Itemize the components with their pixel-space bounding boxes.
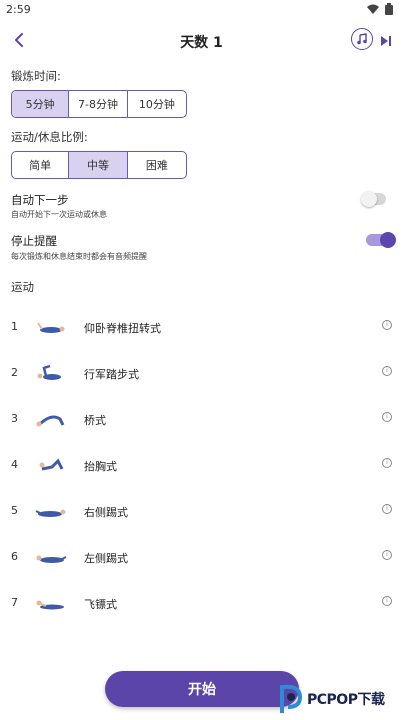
pcpop-logo-icon [280, 684, 303, 713]
exercises-label: 运动 [11, 280, 34, 294]
switch-knob [361, 191, 377, 207]
exercise-number: 2 [11, 366, 18, 379]
exercise-row[interactable]: 7 飞镖式 i [0, 587, 403, 619]
info-icon[interactable]: i [382, 504, 392, 514]
exercise-number: 6 [11, 550, 18, 563]
exercise-name: 飞镖式 [84, 598, 117, 611]
ratio-option-easy[interactable]: 简单 [12, 152, 70, 178]
exercise-row[interactable]: 2 行军踏步式 i [0, 357, 403, 389]
switch-knob [380, 232, 396, 248]
info-icon[interactable]: i [382, 412, 392, 422]
watermark-text: PCPOP下载 [307, 692, 385, 708]
status-bar: 2:59 [0, 0, 403, 18]
duration-option-5[interactable]: 5分钟 [12, 91, 70, 117]
music-button[interactable] [351, 28, 373, 50]
exercise-number: 7 [11, 596, 18, 609]
exercise-figure-icon [36, 555, 67, 563]
exercise-row[interactable]: 3 桥式 i [0, 403, 403, 435]
exercise-number: 4 [11, 458, 18, 471]
wifi-icon [367, 4, 379, 14]
exercise-figure-icon [37, 364, 61, 380]
stop-alert-title: 停止提醒 [11, 234, 57, 248]
exercise-name: 桥式 [84, 414, 106, 427]
auto-next-subtitle: 自动开始下一次运动或休息 [11, 210, 107, 219]
exercise-row[interactable]: 4 抬胸式 i [0, 449, 403, 481]
skip-next-icon [381, 36, 391, 46]
top-app-bar: 天数 1 [0, 22, 403, 58]
skip-button[interactable] [379, 33, 393, 47]
duration-label: 锻炼时间: [11, 69, 61, 83]
exercise-row[interactable]: 5 右侧踢式 i [0, 495, 403, 527]
start-button[interactable]: 开始 [105, 671, 299, 707]
status-icons [367, 3, 393, 15]
exercise-figure-icon [36, 415, 65, 427]
exercise-number: 1 [11, 320, 18, 333]
info-icon[interactable]: i [382, 320, 392, 330]
exercise-name: 行军踏步式 [84, 368, 139, 381]
stop-alert-switch[interactable] [366, 232, 396, 248]
exercise-name: 右侧踢式 [84, 506, 128, 519]
auto-next-title: 自动下一步 [11, 193, 69, 207]
exercise-name: 抬胸式 [84, 460, 117, 473]
info-icon[interactable]: i [382, 550, 392, 560]
stop-alert-subtitle: 每次锻炼和休息结束时都会有音频提醒 [11, 252, 147, 261]
music-note-icon [357, 33, 367, 45]
exercise-number: 5 [11, 504, 18, 517]
duration-selector: 5分钟 7-8分钟 10分钟 [11, 90, 187, 118]
page-title: 天数 1 [180, 35, 223, 51]
exercise-row[interactable]: 6 左侧踢式 i [0, 541, 403, 573]
exercise-figure-icon [36, 600, 64, 610]
exercise-figure-icon [37, 322, 65, 333]
info-icon[interactable]: i [382, 366, 392, 376]
exercise-figure-icon [35, 509, 66, 517]
info-icon[interactable]: i [382, 458, 392, 468]
status-time: 2:59 [6, 3, 31, 16]
ratio-option-medium[interactable]: 中等 [69, 152, 128, 178]
exercise-name: 仰卧脊椎扭转式 [84, 322, 161, 335]
exercise-name: 左侧踢式 [84, 552, 128, 565]
ratio-label: 运动/休息比例: [11, 130, 88, 144]
watermark: PCPOP下载 [278, 681, 385, 717]
auto-next-switch[interactable] [361, 191, 386, 207]
info-icon[interactable]: i [382, 596, 392, 606]
battery-icon [385, 3, 393, 15]
exercise-figure-icon [39, 458, 64, 471]
exercise-number: 3 [11, 412, 18, 425]
ratio-option-hard[interactable]: 困难 [128, 152, 186, 178]
duration-option-7-8[interactable]: 7-8分钟 [69, 91, 128, 117]
ratio-selector: 简单 中等 困难 [11, 151, 187, 179]
exercise-row[interactable]: 1 仰卧脊椎扭转式 i [0, 311, 403, 343]
duration-option-10[interactable]: 10分钟 [128, 91, 186, 117]
